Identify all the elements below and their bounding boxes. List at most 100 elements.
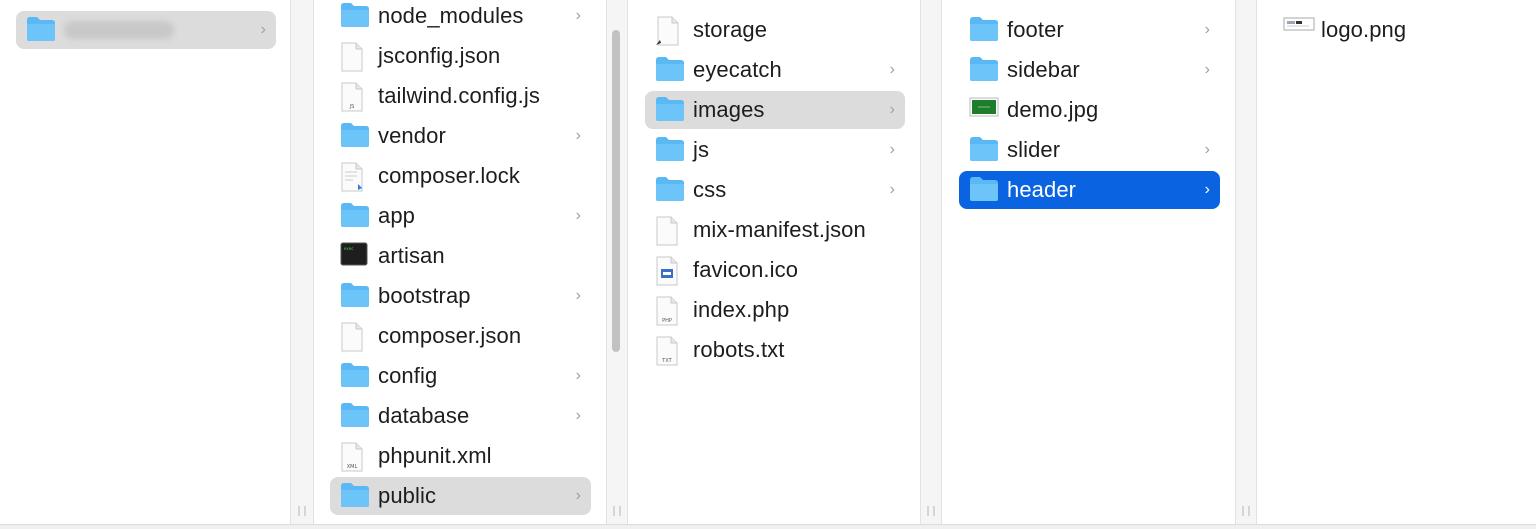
file-icon xyxy=(340,42,370,72)
folder-icon xyxy=(340,482,370,510)
folder-icon xyxy=(340,122,370,150)
chevron-right-icon: › xyxy=(1204,181,1210,198)
list-item[interactable]: public › xyxy=(330,477,591,515)
list-item[interactable]: css › xyxy=(645,171,905,209)
folder-icon xyxy=(655,96,685,124)
list-item[interactable]: logo.png xyxy=(1273,11,1523,49)
chevron-right-icon: › xyxy=(575,487,581,504)
root-folder-row[interactable]: › xyxy=(16,11,276,49)
svg-text:exec: exec xyxy=(344,246,354,251)
folder-icon xyxy=(655,56,685,84)
item-label: demo.jpg xyxy=(1007,97,1099,122)
column-resize-handle[interactable] xyxy=(291,0,314,524)
column-resize-handle[interactable] xyxy=(1236,0,1257,524)
column-project: node_modules › jsconfig.json JS tailwind.con… xyxy=(314,0,607,524)
list-item[interactable]: jsconfig.json xyxy=(330,37,591,75)
list-item[interactable]: sidebar › xyxy=(959,51,1220,89)
list-item[interactable]: favicon.ico xyxy=(645,251,905,289)
list-item[interactable]: js › xyxy=(645,131,905,169)
folder-icon xyxy=(969,136,999,164)
list-item[interactable]: app › xyxy=(330,197,591,235)
folder-icon xyxy=(969,176,999,204)
item-label: favicon.ico xyxy=(693,257,799,282)
chevron-right-icon: › xyxy=(575,367,581,384)
item-label: sidebar xyxy=(1007,57,1080,82)
bottom-edge xyxy=(0,524,1536,529)
chevron-right-icon: › xyxy=(260,21,266,38)
list-item[interactable]: node_modules › xyxy=(330,0,591,35)
folder-icon xyxy=(340,402,370,430)
chevron-right-icon: › xyxy=(1204,61,1210,78)
column-resize-handle[interactable] xyxy=(607,0,628,524)
list-item[interactable]: JS tailwind.config.js xyxy=(330,77,591,115)
item-label: database xyxy=(378,403,470,428)
list-item[interactable]: composer.json xyxy=(330,317,591,355)
chevron-right-icon: › xyxy=(575,287,581,304)
list-item[interactable]: TXT robots.txt xyxy=(645,331,905,369)
item-label: storage xyxy=(693,17,768,42)
js-file-icon: JS xyxy=(340,82,370,112)
folder-icon xyxy=(340,282,370,310)
item-label: bootstrap xyxy=(378,283,471,308)
list-item[interactable]: XML phpunit.xml xyxy=(330,437,591,475)
item-label: css xyxy=(693,177,727,202)
item-label: footer xyxy=(1007,17,1064,42)
chevron-right-icon: › xyxy=(1204,21,1210,38)
list-item[interactable]: database › xyxy=(330,397,591,435)
column-images: footer › sidebar › demo.jpg slider › header › xyxy=(942,0,1236,524)
chevron-right-icon: › xyxy=(889,181,895,198)
ico-file-icon xyxy=(655,256,685,286)
item-label: vendor xyxy=(378,123,446,148)
item-label: composer.json xyxy=(378,323,522,348)
item-label: config xyxy=(378,363,438,388)
list-item[interactable]: mix-manifest.json xyxy=(645,211,905,249)
folder-icon xyxy=(26,16,56,44)
chevron-right-icon: › xyxy=(575,207,581,224)
logo-thumbnail-icon xyxy=(1283,16,1315,44)
chevron-right-icon: › xyxy=(575,127,581,144)
folder-icon xyxy=(655,136,685,164)
svg-text:JS: JS xyxy=(349,104,355,110)
list-item[interactable]: composer.lock xyxy=(330,157,591,195)
image-thumbnail-icon xyxy=(969,96,999,124)
txt-file-icon: TXT xyxy=(655,336,685,366)
list-item[interactable]: vendor › xyxy=(330,117,591,155)
list-item[interactable]: header › xyxy=(959,171,1220,209)
list-item[interactable]: PHP index.php xyxy=(645,291,905,329)
item-label: composer.lock xyxy=(378,163,520,188)
chevron-right-icon: › xyxy=(889,101,895,118)
folder-icon xyxy=(340,2,370,30)
list-item[interactable]: slider › xyxy=(959,131,1220,169)
chevron-right-icon: › xyxy=(575,407,581,424)
chevron-right-icon: › xyxy=(575,7,581,24)
chevron-right-icon: › xyxy=(889,61,895,78)
list-item[interactable]: images › xyxy=(645,91,905,129)
folder-icon xyxy=(340,362,370,390)
item-label: header xyxy=(1007,177,1077,202)
chevron-right-icon: › xyxy=(889,141,895,158)
item-label: artisan xyxy=(378,243,445,268)
vertical-scrollbar[interactable] xyxy=(612,30,620,352)
list-item[interactable]: storage xyxy=(645,11,905,49)
column-resize-handle[interactable] xyxy=(921,0,942,524)
item-label: tailwind.config.js xyxy=(378,83,540,108)
item-label: public xyxy=(378,483,437,508)
item-label: robots.txt xyxy=(693,337,785,362)
folder-icon xyxy=(969,56,999,84)
item-label: slider xyxy=(1007,137,1061,162)
svg-text:TXT: TXT xyxy=(661,358,672,364)
item-label: node_modules xyxy=(378,3,524,28)
file-icon xyxy=(340,322,370,352)
svg-text:XML: XML xyxy=(347,464,358,470)
list-item[interactable]: exec artisan xyxy=(330,237,591,275)
alias-file-icon xyxy=(655,16,685,46)
item-label: phpunit.xml xyxy=(378,443,492,468)
column-header: logo.png xyxy=(1257,0,1536,524)
list-item[interactable]: eyecatch › xyxy=(645,51,905,89)
list-item[interactable]: config › xyxy=(330,357,591,395)
list-item[interactable]: footer › xyxy=(959,11,1220,49)
list-item[interactable]: bootstrap › xyxy=(330,277,591,315)
item-label: eyecatch xyxy=(693,57,782,82)
list-item[interactable]: demo.jpg xyxy=(959,91,1220,129)
item-label: logo.png xyxy=(1321,17,1407,42)
